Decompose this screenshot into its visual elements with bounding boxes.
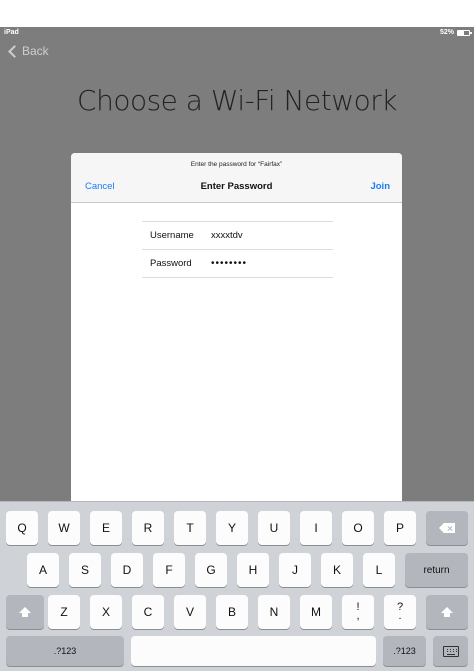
key-b[interactable]: B (216, 595, 248, 629)
numbers-key-left[interactable]: .?123 (6, 636, 124, 666)
key-question-period[interactable]: ? . (384, 595, 416, 629)
username-row[interactable]: Username xxxxtdv (142, 222, 333, 250)
shift-key-right[interactable] (426, 595, 468, 629)
back-label: Back (22, 44, 49, 58)
chevron-left-icon (8, 44, 21, 58)
background-title-text: Choose a Wi-Fi Network (77, 84, 397, 117)
key-q[interactable]: Q (6, 511, 38, 545)
key-p[interactable]: P (384, 511, 416, 545)
key-k[interactable]: K (321, 553, 353, 587)
key-r[interactable]: R (132, 511, 164, 545)
key-f[interactable]: F (153, 553, 185, 587)
battery-icon (457, 29, 472, 36)
key-exclamation-comma[interactable]: ! , (342, 595, 374, 629)
key-t[interactable]: T (174, 511, 206, 545)
username-field[interactable]: xxxxtdv (211, 230, 243, 241)
credentials-form: Username xxxxtdv Password •••••••• (142, 221, 333, 278)
password-field[interactable]: •••••••• (211, 258, 247, 269)
key-n[interactable]: N (258, 595, 290, 629)
dialog-header: Enter the password for “Fairfax” Enter P… (71, 153, 402, 203)
status-right: 52% (439, 29, 472, 36)
key-g[interactable]: G (195, 553, 227, 587)
key-c[interactable]: C (132, 595, 164, 629)
key-u[interactable]: U (258, 511, 290, 545)
delete-icon (439, 523, 455, 533)
delete-key[interactable] (426, 511, 468, 545)
keyboard: Q W E R T Y U I O P A S D F G H J K L re… (0, 501, 474, 671)
key-j[interactable]: J (279, 553, 311, 587)
key-a[interactable]: A (27, 553, 59, 587)
keyboard-dismiss-icon (442, 645, 459, 657)
key-period-label: . (398, 610, 402, 622)
key-m[interactable]: M (300, 595, 332, 629)
key-w[interactable]: W (48, 511, 80, 545)
key-z[interactable]: Z (48, 595, 80, 629)
cancel-button[interactable]: Cancel (85, 181, 115, 192)
shift-icon (19, 607, 31, 617)
username-label: Username (150, 230, 194, 241)
key-x[interactable]: X (90, 595, 122, 629)
numbers-key-right[interactable]: .?123 (383, 636, 426, 666)
key-i[interactable]: I (300, 511, 332, 545)
battery-percent: 52% (439, 29, 454, 36)
dialog-prompt: Enter the password for “Fairfax” (190, 161, 283, 168)
background-title: Choose a Wi-Fi Network (0, 85, 474, 117)
return-key[interactable]: return (405, 553, 468, 587)
key-s[interactable]: S (69, 553, 101, 587)
key-comma-label: , (356, 610, 360, 622)
status-bar: iPad 52% (0, 27, 474, 39)
key-e[interactable]: E (90, 511, 122, 545)
password-label: Password (150, 258, 192, 269)
back-button[interactable]: Back (8, 44, 49, 58)
ipad-screen: iPad 52% Back Choose a Wi-Fi Network Ent… (0, 27, 474, 671)
dismiss-keyboard-key[interactable] (433, 636, 468, 666)
key-d[interactable]: D (111, 553, 143, 587)
key-o[interactable]: O (342, 511, 374, 545)
password-row[interactable]: Password •••••••• (142, 250, 333, 278)
key-l[interactable]: L (363, 553, 395, 587)
key-y[interactable]: Y (216, 511, 248, 545)
key-v[interactable]: V (174, 595, 206, 629)
shift-key-left[interactable] (6, 595, 44, 629)
key-h[interactable]: H (237, 553, 269, 587)
dialog-title: Enter Password (200, 181, 273, 192)
space-bar[interactable] (131, 636, 376, 666)
device-name: iPad (4, 29, 19, 36)
shift-icon (441, 607, 453, 617)
join-button[interactable]: Join (370, 181, 390, 192)
